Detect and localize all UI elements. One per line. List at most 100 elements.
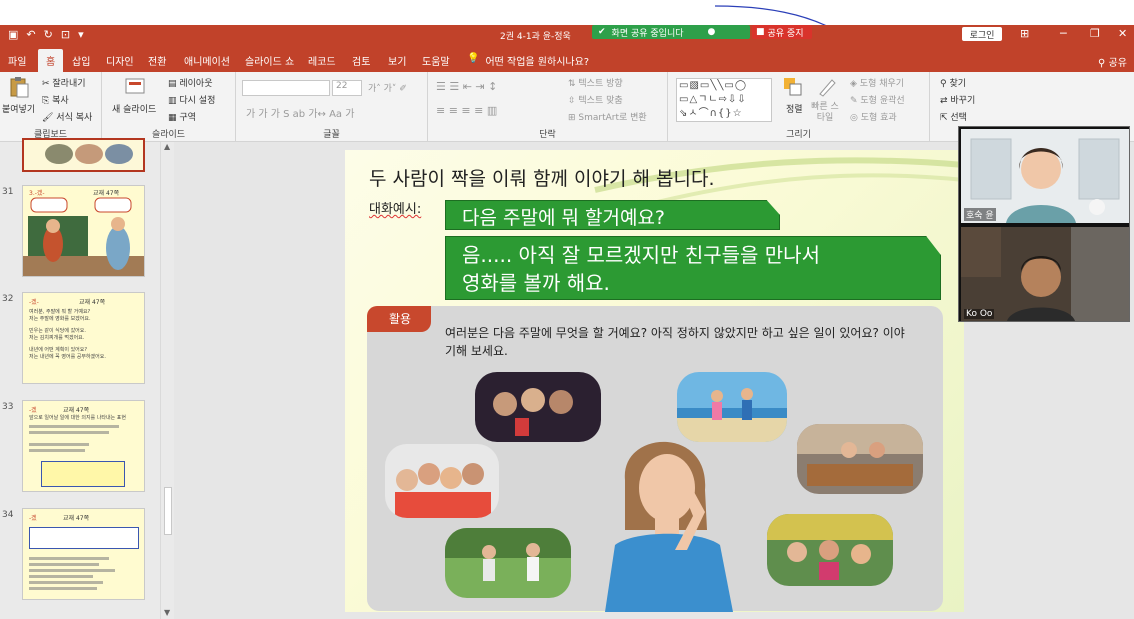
font-grow-shrink-icon[interactable]: 가˄ 가˅ ✐: [368, 81, 407, 94]
tab-transitions[interactable]: 전환: [148, 53, 166, 68]
thumbnail-slide-31[interactable]: 3.-겠- 교재 47쪽: [22, 185, 145, 277]
shape-effects-label: 도형 효과: [860, 113, 897, 123]
cut-button[interactable]: ✂ 잘라내기: [42, 76, 86, 89]
copy-label: 복사: [52, 96, 69, 106]
powerpoint-window: ▣ ↶ ↻ ⊡ ▾ 2권 4-1과 윤-정욱 ✔ 화면 공유 중입니다 ● ■ …: [0, 0, 1134, 619]
align-icons[interactable]: ≡ ≡ ≡ ≡ ▥: [436, 104, 497, 117]
replace-button[interactable]: ⇄ 바꾸기: [940, 93, 975, 106]
document-title: 2권 4-1과 윤-정욱: [500, 32, 571, 42]
customize-qat-icon[interactable]: ▾: [78, 28, 84, 41]
new-slide-button[interactable]: 새 슬라이드: [112, 102, 156, 115]
thumbnail-number: 33: [2, 402, 14, 412]
redo-icon[interactable]: ↻: [44, 28, 53, 41]
thumb-line: 저는 김치찌개를 먹겠어요.: [29, 335, 85, 341]
section-button[interactable]: ▦ 구역: [168, 110, 196, 123]
font-name-input[interactable]: [242, 80, 330, 96]
select-button[interactable]: ⇱ 선택: [940, 110, 967, 123]
format-painter-button[interactable]: 🖌 서식 복사: [42, 110, 92, 123]
find-button[interactable]: ⚲ 찾기: [940, 76, 966, 89]
shape-outline-label: 도형 윤곽선: [860, 96, 905, 106]
thumbnail-slide-33[interactable]: -겠 교재 47쪽 앞으로 일어날 일에 대한 의지를 나타내는 표현: [22, 400, 145, 492]
thumb-text-line: [29, 587, 97, 590]
stop-share-button[interactable]: ■ 공유 중지: [752, 25, 812, 39]
share-button[interactable]: ⚲ 공유: [1098, 54, 1127, 69]
font-format-icons[interactable]: 가 가 가 S ab 가↔ Aa 가: [246, 105, 354, 120]
scrollbar-thumb[interactable]: [164, 487, 172, 535]
video-call-panel: 호숙 윤 Ko Oo: [958, 126, 1130, 322]
tab-slideshow[interactable]: 슬라이드 쇼: [245, 53, 294, 68]
layout-button[interactable]: ▤ 레이아웃: [168, 76, 213, 89]
login-button[interactable]: 로그인: [962, 27, 1002, 41]
thumb-text-line: [29, 431, 109, 434]
drawing-group-label: 그리기: [786, 130, 811, 140]
paragraph-group: ☰ ☰ ⇤ ⇥ ↕ ≡ ≡ ≡ ≡ ▥ ⇅ 텍스트 방향 ⇳ 텍스트 맞춤 ⊞ …: [428, 72, 668, 142]
participant-video-1[interactable]: 호숙 윤: [961, 129, 1129, 223]
tab-review[interactable]: 검토: [352, 53, 370, 68]
tab-design[interactable]: 디자인: [106, 53, 134, 68]
thumb-line: 내년에 어떤 계획이 있어요?: [29, 347, 88, 353]
minimize-icon[interactable]: ─: [1060, 27, 1067, 40]
thumbnail-slide-34[interactable]: -겠 교재 47쪽: [22, 508, 145, 600]
restore-icon[interactable]: ❐: [1090, 27, 1100, 40]
font-size-input[interactable]: 22: [332, 80, 362, 96]
thumb-title: -겠-: [29, 299, 39, 306]
thumbnail-slide-32[interactable]: -겠- 교재 47쪽 여러분, 주말에 뭐 할 거예요? 저는 주말에 영화를 …: [22, 292, 145, 384]
thumb-table: [41, 461, 125, 487]
save-icon[interactable]: ▣: [8, 28, 18, 41]
person-icon: ⚲: [1098, 58, 1106, 69]
thumb-line: 앞으로 일어날 일에 대한 의지를 나타내는 표현: [29, 415, 126, 421]
cinema-illustration: [493, 388, 573, 436]
scroll-down-icon[interactable]: ▼: [164, 608, 170, 617]
quick-styles-icon[interactable]: [816, 76, 838, 98]
current-slide[interactable]: 두 사람이 짝을 이뤄 함께 이야기 해 봅니다. 대화예시: 다음 주말에 뭐…: [345, 150, 964, 612]
tab-insert[interactable]: 삽입: [72, 53, 90, 68]
thumb-text-line: [29, 443, 89, 446]
align-text-button[interactable]: ⇳ 텍스트 맞춤: [568, 93, 623, 106]
share-shield-icon: ●: [707, 27, 716, 37]
quick-styles-button[interactable]: 빠른 스타일: [810, 102, 840, 124]
close-icon[interactable]: ✕: [1118, 27, 1127, 40]
participant-video-2[interactable]: Ko Oo: [961, 227, 1129, 321]
tell-me-text: 어떤 작업을 원하시나요?: [485, 57, 590, 68]
arrange-icon[interactable]: [782, 76, 804, 98]
stop-share-label: 공유 중지: [767, 28, 804, 39]
tell-me-search[interactable]: 💡 어떤 작업을 원하시나요?: [467, 53, 589, 68]
title-bar: ▣ ↶ ↻ ⊡ ▾ 2권 4-1과 윤-정욱 ✔ 화면 공유 중입니다 ● ■ …: [0, 25, 1134, 45]
amusement-illustration: [767, 514, 893, 580]
shape-effects-button[interactable]: ◎ 도형 효과: [850, 110, 897, 123]
undo-icon[interactable]: ↶: [26, 28, 35, 41]
shapes-gallery[interactable]: ▭▧▭╲╲▭◯ ▭△ㄱㄴ⇨⇩⇩ ⇘ㅅ⌒∩{}☆: [676, 78, 772, 122]
present-icon[interactable]: ⊡: [61, 28, 70, 41]
reset-button[interactable]: ▥ 다시 설정: [168, 93, 215, 106]
copy-button[interactable]: ⎘ 복사: [42, 93, 69, 106]
paste-icon[interactable]: [8, 76, 30, 98]
top-whitespace: [0, 0, 1134, 39]
thumb-title: -겠: [29, 515, 37, 522]
paste-button[interactable]: 붙여넣기: [2, 102, 35, 115]
tab-view[interactable]: 보기: [388, 53, 406, 68]
group-illustration: [395, 463, 491, 518]
thumbnail-scrollbar[interactable]: ▲ ▼: [160, 142, 174, 619]
shape-outline-button[interactable]: ✎ 도형 윤곽선: [850, 93, 905, 106]
activity-instructions: 여러분은 다음 주말에 무엇을 할 거예요? 아직 정하지 않았지만 하고 싶은…: [445, 326, 905, 358]
new-slide-icon[interactable]: [124, 76, 146, 98]
thumbnail-slide-30[interactable]: [22, 138, 145, 172]
smartart-button[interactable]: ⊞ SmartArt로 변환: [568, 110, 647, 123]
tab-record[interactable]: 레코드: [308, 53, 336, 68]
scroll-up-icon[interactable]: ▲: [164, 142, 170, 151]
ribbon-display-options-icon[interactable]: ⊞: [1020, 27, 1029, 40]
list-icons[interactable]: ☰ ☰ ⇤ ⇥ ↕: [436, 80, 497, 93]
arrange-button[interactable]: 정렬: [786, 102, 803, 115]
photo-group-selfie: [385, 444, 499, 518]
photo-cinema-friends: [475, 372, 601, 442]
thumb-table: [29, 527, 139, 549]
slides-group: 새 슬라이드 ▤ 레이아웃 ▥ 다시 설정 ▦ 구역 슬라이드: [102, 72, 236, 142]
section-label: 구역: [179, 113, 196, 123]
tab-animations[interactable]: 애니메이션: [184, 53, 230, 68]
tab-help[interactable]: 도움말: [422, 53, 450, 68]
market-illustration: [797, 424, 923, 486]
tab-file[interactable]: 파일: [8, 53, 26, 68]
shape-fill-button[interactable]: ◈ 도형 채우기: [850, 76, 904, 89]
share-label: 공유: [1108, 58, 1127, 69]
text-direction-button[interactable]: ⇅ 텍스트 방향: [568, 76, 623, 89]
